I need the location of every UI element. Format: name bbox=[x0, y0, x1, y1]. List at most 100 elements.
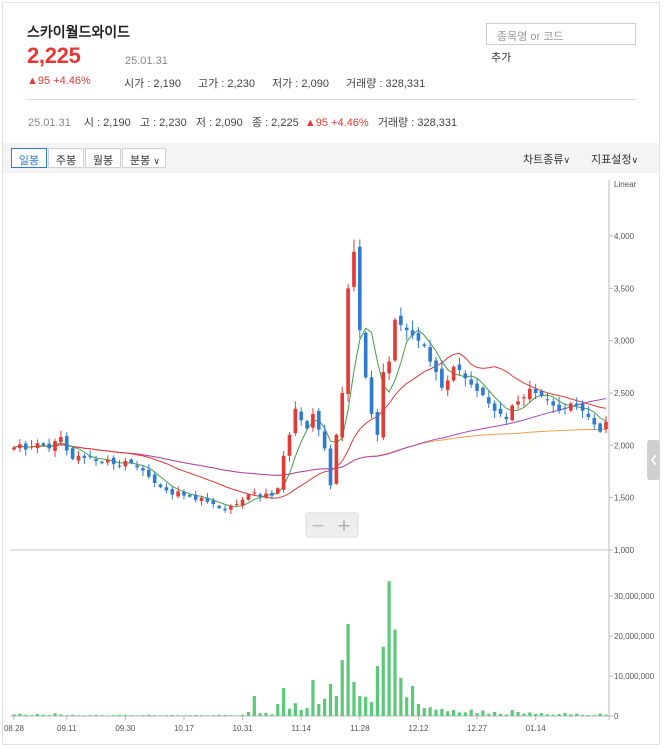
volume-axis: 30,000,000 20,000,000 10,000,000 0 bbox=[609, 592, 655, 721]
candle-down bbox=[563, 407, 567, 409]
volume-tick-label: 20,000,000 bbox=[614, 632, 655, 641]
candle-up bbox=[35, 443, 40, 449]
volume-bar bbox=[299, 710, 303, 716]
volume-bar bbox=[311, 680, 315, 716]
date-tick-label: 01.14 bbox=[526, 724, 547, 733]
candle-down bbox=[428, 347, 432, 362]
candle-down bbox=[270, 492, 274, 496]
candle-down bbox=[463, 373, 468, 379]
candle-down bbox=[305, 421, 309, 429]
volume-bar bbox=[176, 715, 180, 716]
volume-bar bbox=[229, 715, 233, 716]
candle-down bbox=[498, 408, 503, 414]
volume-bar bbox=[410, 686, 415, 716]
price-axis: 4,000 3,500 3,000 2,500 2,000 1,500 1,000 bbox=[609, 232, 635, 555]
candle-down bbox=[193, 494, 198, 500]
candle-down bbox=[164, 487, 169, 491]
volume-bar bbox=[416, 704, 421, 716]
date-tick-label: 08.28 bbox=[4, 724, 25, 733]
volume-bar bbox=[428, 707, 432, 716]
candle-down bbox=[551, 401, 556, 406]
volume-bar bbox=[135, 715, 139, 716]
volume-bar bbox=[223, 715, 227, 716]
volume-bar bbox=[282, 688, 286, 716]
candle-down bbox=[410, 330, 415, 336]
volume-bar bbox=[117, 714, 122, 716]
volume-bar bbox=[235, 715, 239, 716]
candle-up bbox=[123, 461, 128, 467]
candle-up bbox=[246, 494, 251, 500]
volume-bar bbox=[41, 714, 45, 716]
candle-up bbox=[340, 393, 345, 438]
candle-down bbox=[434, 360, 438, 373]
volume-bar bbox=[59, 714, 63, 716]
candle-down bbox=[82, 455, 87, 458]
zoom-out-button[interactable]: − bbox=[311, 516, 325, 536]
date-tick-label: 11.28 bbox=[350, 724, 370, 733]
candle-up bbox=[516, 401, 520, 405]
price-tick-label: 3,500 bbox=[614, 284, 635, 293]
candle-down bbox=[404, 327, 409, 331]
candle-down bbox=[70, 448, 75, 459]
candle-up bbox=[229, 506, 233, 510]
volume-bar bbox=[346, 624, 350, 716]
volume-bar bbox=[510, 710, 514, 716]
volume-bar bbox=[381, 646, 385, 716]
volume-bar bbox=[575, 713, 579, 716]
candle-down bbox=[557, 404, 561, 411]
candle-up bbox=[352, 251, 356, 287]
candle-down bbox=[100, 461, 104, 464]
candle-up bbox=[53, 441, 57, 451]
candle-down bbox=[88, 456, 93, 458]
volume-bar bbox=[504, 714, 508, 716]
candle-down bbox=[141, 468, 145, 471]
candle-down bbox=[64, 436, 69, 451]
volume-bar bbox=[252, 696, 256, 716]
candle-up bbox=[387, 361, 391, 374]
candle-down bbox=[358, 246, 362, 331]
candle-down bbox=[188, 494, 192, 497]
candle-down bbox=[504, 416, 509, 420]
date-tick-label: 10.31 bbox=[233, 724, 254, 733]
candle-down bbox=[416, 332, 421, 341]
stock-chart[interactable]: Linear 4,000 3,500 3,000 2,500 2,000 1,500 1,0… bbox=[0, 0, 669, 748]
volume-bar bbox=[440, 708, 444, 716]
candle-up bbox=[252, 492, 257, 494]
candle-up bbox=[59, 436, 63, 443]
volume-bar bbox=[112, 715, 116, 716]
ma120-line bbox=[13, 429, 606, 476]
candle-down bbox=[486, 397, 491, 404]
candle-down bbox=[47, 443, 51, 449]
candle-down bbox=[117, 465, 122, 467]
candle-up bbox=[569, 403, 573, 411]
volume-bar bbox=[293, 703, 297, 716]
volume-bar bbox=[498, 714, 503, 716]
volume-bar bbox=[399, 678, 403, 716]
candle-up bbox=[264, 493, 268, 498]
volume-bar bbox=[446, 711, 450, 716]
volume-bar bbox=[604, 714, 608, 716]
volume-bar bbox=[463, 712, 467, 716]
candle-down bbox=[258, 494, 262, 497]
candle-up bbox=[510, 405, 515, 421]
candle-down bbox=[146, 469, 151, 477]
candle-down bbox=[440, 368, 444, 388]
candle-up bbox=[311, 413, 315, 428]
candle-up bbox=[240, 499, 245, 506]
side-panel-handle[interactable] bbox=[647, 440, 660, 480]
candle-down bbox=[41, 443, 46, 446]
volume-bar bbox=[516, 712, 520, 716]
candle-down bbox=[598, 423, 602, 432]
volume-bar bbox=[147, 714, 151, 716]
candle-down bbox=[363, 332, 368, 378]
volume-bar bbox=[422, 708, 426, 716]
volume-bar bbox=[194, 715, 198, 716]
price-tick-label: 2,500 bbox=[614, 389, 635, 398]
volume-bar bbox=[405, 697, 409, 716]
zoom-in-button[interactable]: + bbox=[337, 516, 351, 536]
volume-bar bbox=[100, 715, 104, 716]
volume-bar bbox=[71, 714, 75, 716]
candle-down bbox=[574, 403, 579, 406]
volume-bar bbox=[276, 704, 280, 716]
volume-bar bbox=[205, 715, 210, 716]
